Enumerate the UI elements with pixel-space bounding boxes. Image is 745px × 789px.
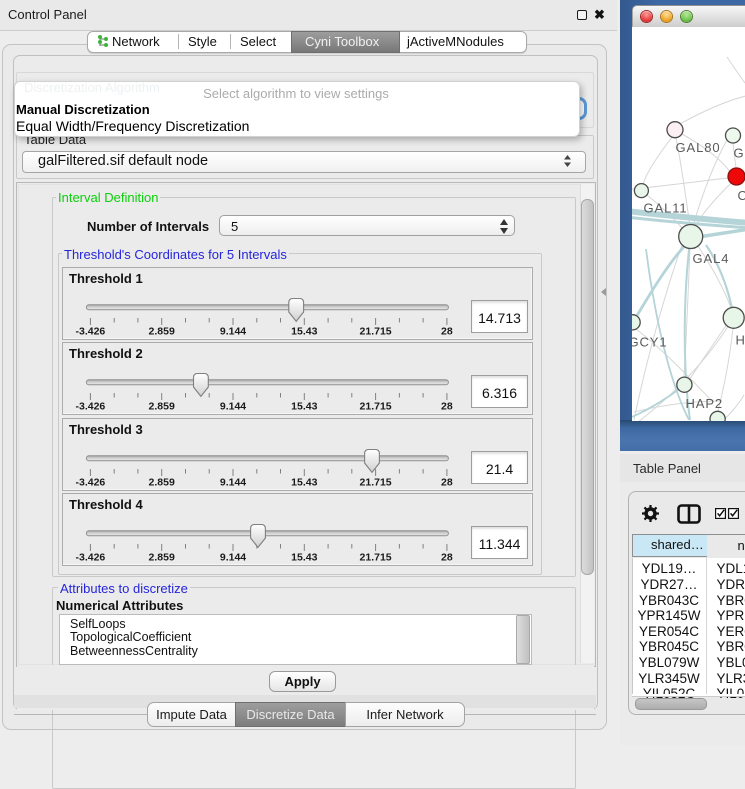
svg-text:9.144: 9.144: [220, 477, 246, 489]
svg-text:GAL11: GAL11: [644, 200, 688, 215]
svg-text:H: H: [736, 332, 745, 347]
svg-text:2.859: 2.859: [149, 401, 175, 413]
svg-text:2.859: 2.859: [149, 552, 175, 564]
svg-text:15.43: 15.43: [291, 326, 317, 338]
svg-text:21.715: 21.715: [360, 552, 392, 564]
svg-text:21.715: 21.715: [360, 401, 392, 413]
svg-text:-3.426: -3.426: [76, 552, 106, 564]
svg-text:28: 28: [441, 552, 453, 564]
svg-text:28: 28: [441, 477, 453, 489]
svg-text:2.859: 2.859: [149, 477, 175, 489]
svg-text:-3.426: -3.426: [76, 326, 106, 338]
svg-text:21.715: 21.715: [360, 477, 392, 489]
svg-text:2.859: 2.859: [149, 326, 175, 338]
svg-text:28: 28: [441, 401, 453, 413]
svg-text:15.43: 15.43: [291, 477, 317, 489]
svg-text:9.144: 9.144: [220, 401, 246, 413]
svg-text:-3.426: -3.426: [76, 477, 106, 489]
svg-text:21.715: 21.715: [360, 326, 392, 338]
svg-text:28: 28: [441, 326, 453, 338]
svg-text:G.: G.: [734, 146, 745, 161]
svg-text:9.144: 9.144: [220, 326, 246, 338]
svg-text:C: C: [738, 188, 745, 203]
svg-text:GAL4: GAL4: [693, 251, 730, 266]
svg-text:9.144: 9.144: [220, 552, 246, 564]
svg-text:HAP2: HAP2: [686, 396, 724, 411]
svg-text:GAL80: GAL80: [676, 140, 721, 155]
svg-text:15.43: 15.43: [291, 401, 317, 413]
svg-text:15.43: 15.43: [291, 552, 317, 564]
svg-text:-3.426: -3.426: [76, 401, 106, 413]
svg-text:GCY1: GCY1: [632, 334, 668, 349]
